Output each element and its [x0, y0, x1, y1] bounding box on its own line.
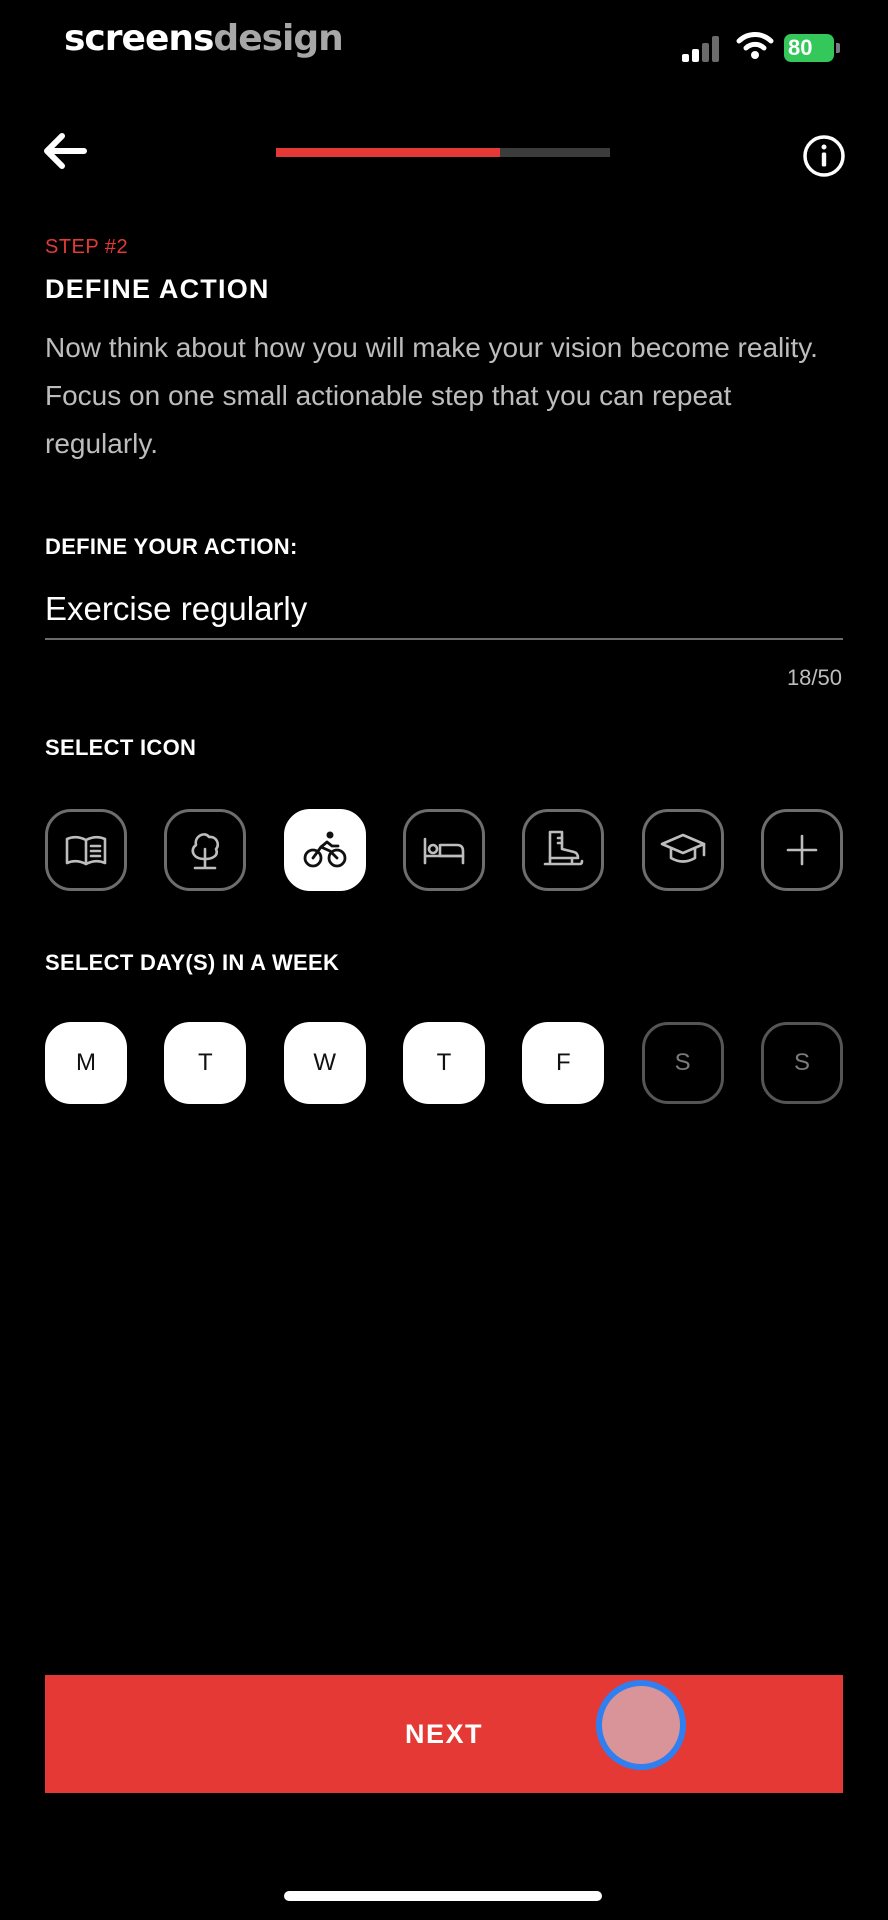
- day-toggle-friday[interactable]: F: [522, 1022, 605, 1104]
- day-toggle-tuesday[interactable]: T: [164, 1022, 247, 1104]
- icon-option-tree[interactable]: [164, 809, 247, 891]
- next-button[interactable]: NEXT: [45, 1675, 843, 1793]
- bicycle-icon: [303, 831, 347, 868]
- step-progress-bar: [276, 148, 610, 157]
- page-title: DEFINE ACTION: [45, 274, 270, 304]
- icon-option-bed[interactable]: [402, 809, 485, 891]
- step-number: STEP #2: [45, 236, 129, 258]
- icon-picker: [45, 809, 843, 891]
- home-indicator: [284, 1891, 602, 1901]
- graduation-cap-icon: [660, 833, 705, 863]
- icon-option-book[interactable]: [45, 809, 127, 891]
- wifi-icon: [736, 32, 774, 59]
- day-picker: M T W T F S S: [45, 1022, 843, 1104]
- step-progress-fill: [276, 148, 500, 157]
- action-input[interactable]: [45, 580, 843, 640]
- icon-option-graduation-cap[interactable]: [641, 809, 724, 891]
- character-counter: 18/50: [786, 665, 842, 690]
- icon-option-ice-skate[interactable]: [522, 809, 605, 891]
- battery-indicator: 80: [784, 34, 840, 62]
- battery-level: 80: [788, 35, 813, 60]
- icon-option-bicycle[interactable]: [283, 809, 366, 891]
- touch-indicator: [596, 1680, 686, 1770]
- day-toggle-saturday[interactable]: S: [641, 1022, 724, 1104]
- day-toggle-wednesday[interactable]: W: [283, 1022, 366, 1104]
- day-toggle-sunday[interactable]: S: [760, 1022, 843, 1104]
- tree-icon: [191, 833, 220, 870]
- brand-text-b: design: [213, 18, 343, 59]
- cellular-signal-icon: [682, 36, 719, 62]
- action-field-label: DEFINE YOUR ACTION:: [45, 534, 298, 559]
- select-icon-label: SELECT ICON: [45, 735, 197, 760]
- book-icon: [65, 835, 107, 866]
- step-description: Now think about how you will make your v…: [45, 332, 818, 459]
- back-arrow-icon[interactable]: [40, 130, 88, 172]
- day-toggle-monday[interactable]: M: [45, 1022, 127, 1104]
- ice-skate-icon: [544, 830, 584, 866]
- bed-icon: [423, 837, 465, 865]
- info-icon[interactable]: [802, 134, 846, 178]
- brand-watermark: screensdesign: [64, 18, 344, 59]
- day-toggle-thursday[interactable]: T: [402, 1022, 485, 1104]
- select-days-label: SELECT DAY(S) IN A WEEK: [45, 950, 340, 975]
- icon-option-add[interactable]: [760, 809, 843, 891]
- plus-icon: [786, 834, 818, 866]
- brand-text-a: screens: [64, 18, 214, 59]
